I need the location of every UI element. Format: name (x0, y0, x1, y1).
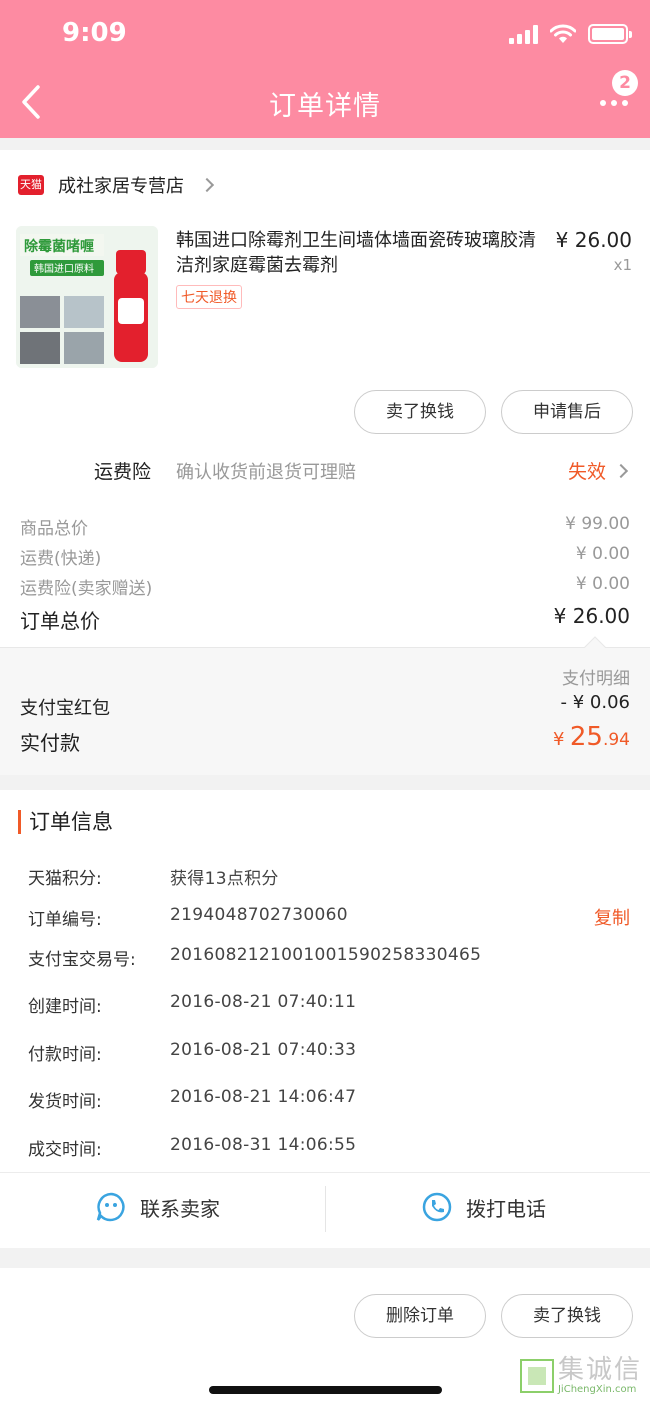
status-icons (509, 24, 632, 44)
freight-insurance-status[interactable]: 失效 (567, 457, 629, 484)
paid-currency: ¥ (553, 729, 565, 750)
seven-day-return-tag: 七天退换 (176, 285, 242, 309)
shipping-value: ¥ 0.00 (575, 544, 630, 564)
completed-time-label: 成交时间: (28, 1140, 102, 1160)
call-phone-button[interactable]: 拨打电话 (422, 1192, 546, 1222)
page-title: 订单详情 (269, 91, 381, 122)
alipay-trade-no-label: 支付宝交易号: (28, 950, 136, 970)
nav-header: 9:09 订单详情 2 (0, 0, 650, 138)
phone-icon (422, 1192, 452, 1222)
watermark: 集诚信 JiChengXin.com (519, 1355, 642, 1395)
signal-icon (509, 24, 538, 44)
wifi-icon (550, 24, 576, 43)
created-time-value: 2016-08-21 07:40:11 (170, 992, 357, 1012)
paid-time-value: 2016-08-21 07:40:33 (170, 1040, 357, 1060)
alipay-redpack-value: - ¥ 0.06 (560, 692, 630, 713)
divider (325, 1186, 326, 1232)
actual-paid-label: 实付款 (20, 731, 80, 755)
more-button[interactable] (600, 100, 628, 106)
copy-order-number-button[interactable]: 复制 (594, 904, 630, 930)
product-image[interactable]: 除霉菌啫喱 韩国进口原料 (16, 226, 158, 368)
points-value: 获得13点积分 (170, 869, 279, 889)
svg-text:除霉菌啫喱: 除霉菌啫喱 (24, 238, 94, 255)
watermark-logo-icon (519, 1358, 554, 1393)
created-time-label: 创建时间: (28, 997, 102, 1017)
order-info-title: 订单信息 (18, 810, 113, 834)
order-number-label: 订单编号: (28, 910, 102, 930)
chevron-right-icon (613, 463, 629, 478)
insurance-value: ¥ 0.00 (575, 574, 630, 594)
freight-status-text: 失效 (567, 461, 606, 483)
payment-detail-label[interactable]: 支付明细 (562, 664, 630, 689)
actual-paid-value: ¥ 25.94 (553, 722, 630, 752)
chevron-right-icon (199, 177, 215, 193)
bottom-sell-for-cash-button[interactable]: 卖了换钱 (501, 1294, 633, 1338)
product-title[interactable]: 韩国进口除霉剂卫生间墙体墙面瓷砖玻璃胶清洁剂家庭霉菌去霉剂 (176, 228, 536, 278)
freight-insurance-desc: 确认收货前退货可理赔 (176, 462, 356, 483)
product-quantity: x1 (613, 256, 632, 274)
message-count-badge: 2 (612, 70, 638, 96)
order-info-section (0, 790, 650, 1172)
points-label: 天猫积分: (28, 869, 102, 889)
freight-insurance-label: 运费险 (94, 461, 152, 483)
paid-time-label: 付款时间: (28, 1045, 102, 1065)
home-indicator (209, 1386, 442, 1394)
goods-total-label: 商品总价 (20, 519, 88, 539)
insurance-label: 运费险(卖家赠送) (20, 579, 153, 599)
shipped-time-value: 2016-08-21 14:06:47 (170, 1087, 357, 1107)
caret-up-icon (584, 636, 606, 648)
store-name: 成社家居专营店 (58, 176, 184, 197)
paid-decimal: .94 (602, 730, 630, 750)
order-total-label: 订单总价 (20, 609, 100, 633)
call-phone-label: 拨打电话 (466, 1196, 546, 1221)
contact-seller-button[interactable]: 联系卖家 (96, 1192, 220, 1222)
paid-integer: 25 (569, 722, 603, 752)
battery-icon (588, 24, 632, 44)
sell-for-cash-button[interactable]: 卖了换钱 (354, 390, 486, 434)
watermark-url: JiChengXin.com (557, 1384, 637, 1395)
contact-seller-label: 联系卖家 (140, 1196, 220, 1221)
alipay-trade-no-value: 2016082121001001590258330465 (170, 945, 482, 965)
chat-bubble-icon (96, 1192, 125, 1222)
order-total-value: ¥ 26.00 (553, 604, 630, 628)
alipay-redpack-label: 支付宝红包 (20, 698, 110, 719)
order-number-value: 2194048702730060 (170, 905, 348, 925)
product-photo: 除霉菌啫喱 韩国进口原料 (16, 226, 158, 368)
store-row[interactable]: 天猫 成社家居专营店 (18, 172, 215, 198)
shipped-time-label: 发货时间: (28, 1092, 102, 1112)
completed-time-value: 2016-08-31 14:06:55 (170, 1135, 357, 1155)
shipping-label: 运费(快递) (20, 549, 102, 569)
product-price: ¥ 26.00 (555, 228, 632, 252)
tmall-logo: 天猫 (18, 175, 44, 195)
status-time: 9:09 (62, 18, 127, 48)
watermark-text: 集诚信 (557, 1355, 642, 1385)
goods-total-value: ¥ 99.00 (565, 514, 630, 534)
apply-after-sale-button[interactable]: 申请售后 (501, 390, 633, 434)
delete-order-button[interactable]: 删除订单 (354, 1294, 486, 1338)
svg-text:韩国进口原料: 韩国进口原料 (34, 262, 94, 275)
